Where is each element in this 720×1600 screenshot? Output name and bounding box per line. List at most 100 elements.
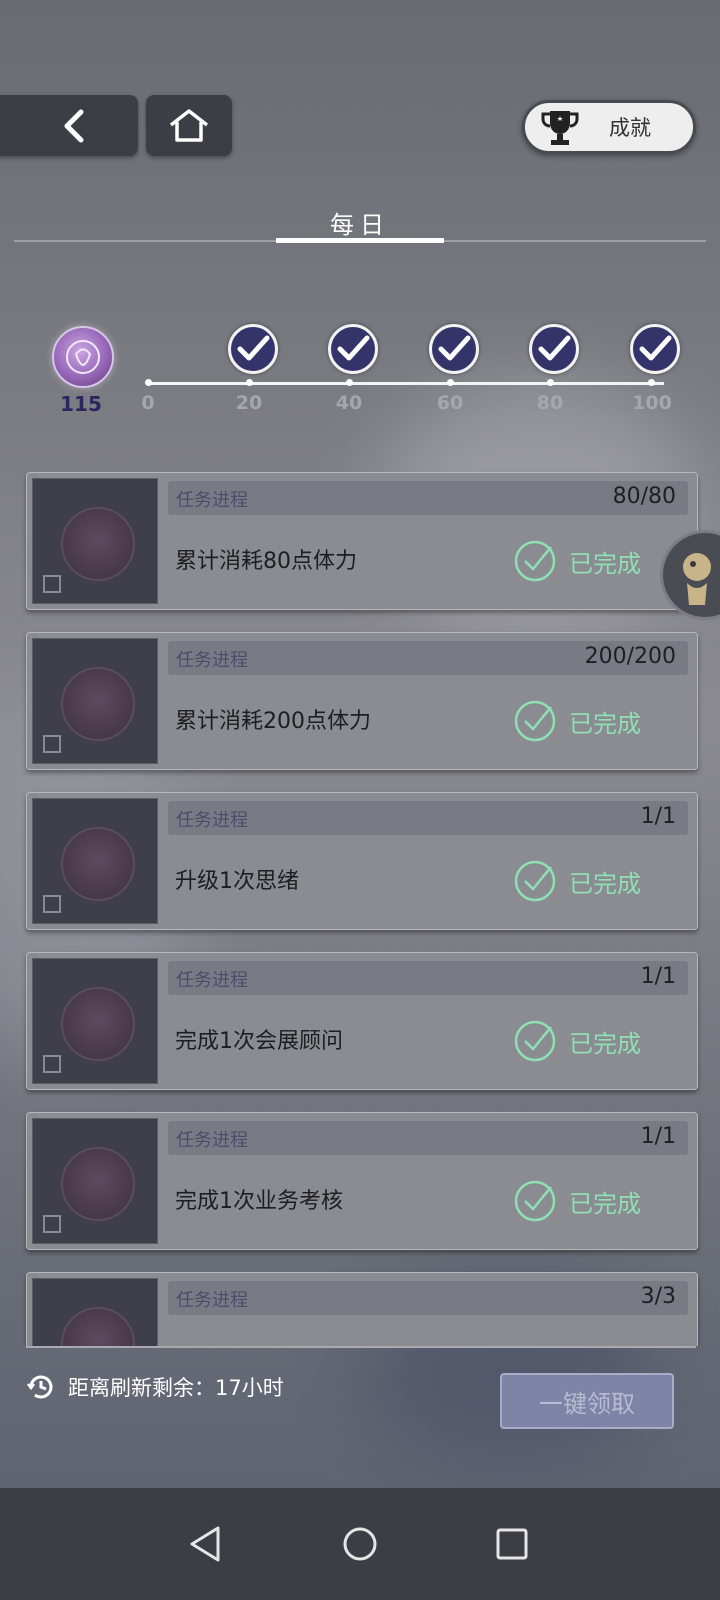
task-progress-label: 任务进程 xyxy=(176,810,248,831)
check-circle-icon xyxy=(514,860,556,902)
task-name: 累计消耗80点体力 xyxy=(175,549,357,574)
task-name: 完成1次会展顾问 xyxy=(175,1029,343,1054)
milestone-reward-20[interactable] xyxy=(228,324,278,374)
nav-recents-button[interactable] xyxy=(462,1488,562,1600)
stack-icon xyxy=(43,895,61,913)
footer-divider xyxy=(26,1346,696,1348)
task-status-label: 已完成 xyxy=(569,869,641,898)
home-button[interactable] xyxy=(146,95,232,156)
task-card[interactable]: 任务进程 80/80 累计消耗80点体力 已完成 xyxy=(26,472,698,610)
stack-icon xyxy=(43,1215,61,1233)
task-card[interactable]: 任务进程 1/1 完成1次业务考核 已完成 xyxy=(26,1112,698,1250)
task-progress-bar: 任务进程 1/1 xyxy=(168,1121,688,1155)
track-tick-label: 100 xyxy=(632,392,672,414)
stack-icon xyxy=(43,1055,61,1073)
check-icon xyxy=(538,335,571,361)
refresh-timer-text: 距离刷新剩余：17小时 xyxy=(68,1376,284,1400)
task-reward-thumbnail xyxy=(32,1118,158,1244)
task-progress-value: 1/1 xyxy=(640,964,676,989)
coin-icon xyxy=(61,1147,135,1221)
claim-all-button[interactable]: 一键领取 xyxy=(500,1373,674,1429)
check-circle-icon xyxy=(514,540,556,582)
task-status: 已完成 xyxy=(513,859,641,903)
task-name: 完成1次业务考核 xyxy=(175,1189,343,1214)
task-reward-thumbnail xyxy=(32,958,158,1084)
check-icon xyxy=(237,335,270,361)
activity-points-icon xyxy=(52,326,114,388)
task-card[interactable]: 任务进程 1/1 完成1次会展顾问 已完成 xyxy=(26,952,698,1090)
task-progress-bar: 任务进程 80/80 xyxy=(168,481,688,515)
nav-home-button[interactable] xyxy=(310,1488,410,1600)
system-nav-bar xyxy=(0,1488,720,1600)
task-status: 已完成 xyxy=(513,539,641,583)
stack-icon xyxy=(43,735,61,753)
nav-back-button[interactable] xyxy=(155,1488,255,1600)
track-dot xyxy=(648,379,655,386)
activity-points-value: 115 xyxy=(60,392,102,416)
task-reward-thumbnail xyxy=(32,798,158,924)
task-progress-label: 任务进程 xyxy=(176,970,248,991)
task-status-label: 已完成 xyxy=(569,1189,641,1218)
milestone-reward-40[interactable] xyxy=(328,324,378,374)
clock-icon xyxy=(27,1375,53,1399)
check-icon xyxy=(438,335,471,361)
circle-home-icon xyxy=(343,1527,377,1561)
task-name: 升级1次思绪 xyxy=(175,869,299,894)
task-progress-label: 任务进程 xyxy=(176,490,248,511)
coin-icon xyxy=(61,507,135,581)
achievements-label: 成就 xyxy=(609,116,651,140)
track-dot xyxy=(447,379,454,386)
milestone-reward-60[interactable] xyxy=(429,324,479,374)
task-reward-thumbnail xyxy=(32,1278,158,1346)
task-progress-label: 任务进程 xyxy=(176,1130,248,1151)
track-tick-label: 0 xyxy=(141,392,155,414)
track-tick-label: 20 xyxy=(235,392,263,414)
milestone-reward-100[interactable] xyxy=(630,324,680,374)
back-button[interactable] xyxy=(0,95,138,156)
task-card[interactable]: 任务进程 1/1 升级1次思绪 已完成 xyxy=(26,792,698,930)
task-progress-label: 任务进程 xyxy=(176,1290,248,1311)
check-circle-icon xyxy=(514,700,556,742)
task-list-clip: 任务进程 3/3 xyxy=(0,1270,720,1346)
stack-icon xyxy=(43,575,61,593)
task-progress-bar: 任务进程 3/3 xyxy=(168,1281,688,1315)
square-recents-icon xyxy=(496,1528,528,1560)
task-status-label: 已完成 xyxy=(569,1029,641,1058)
coin-icon xyxy=(61,667,135,741)
activity-track xyxy=(150,382,664,385)
task-progress-bar: 任务进程 200/200 xyxy=(168,641,688,675)
task-progress-bar: 任务进程 1/1 xyxy=(168,801,688,835)
track-dot xyxy=(346,379,353,386)
tab-active-indicator xyxy=(276,238,444,243)
check-circle-icon xyxy=(514,1180,556,1222)
task-card[interactable]: 任务进程 3/3 xyxy=(26,1272,698,1346)
check-icon xyxy=(639,335,672,361)
track-dot xyxy=(145,379,152,386)
task-progress-label: 任务进程 xyxy=(176,650,248,671)
refresh-timer: 距离刷新剩余：17小时 xyxy=(26,1372,284,1402)
task-progress-value: 80/80 xyxy=(612,484,676,509)
task-reward-thumbnail xyxy=(32,478,158,604)
tab-daily[interactable]: 每日 xyxy=(276,205,444,240)
track-dot xyxy=(547,379,554,386)
task-status-label: 已完成 xyxy=(569,709,641,738)
assistant-float-button[interactable] xyxy=(660,530,720,620)
track-tick-label: 80 xyxy=(536,392,564,414)
achievements-button[interactable]: 成就 xyxy=(522,100,696,154)
milestone-reward-80[interactable] xyxy=(529,324,579,374)
track-tick-label: 40 xyxy=(335,392,363,414)
task-progress-value: 3/3 xyxy=(640,1284,676,1309)
task-progress-value: 1/1 xyxy=(640,804,676,829)
task-status-label: 已完成 xyxy=(569,549,641,578)
task-progress-value: 1/1 xyxy=(640,1124,676,1149)
coin-icon xyxy=(61,827,135,901)
rose-icon xyxy=(66,340,100,374)
task-reward-thumbnail xyxy=(32,638,158,764)
task-progress-bar: 任务进程 1/1 xyxy=(168,961,688,995)
trophy-icon xyxy=(541,111,579,145)
task-name: 累计消耗200点体力 xyxy=(175,709,371,734)
task-status: 已完成 xyxy=(513,1179,641,1223)
task-card[interactable]: 任务进程 200/200 累计消耗200点体力 已完成 xyxy=(26,632,698,770)
check-icon xyxy=(337,335,370,361)
track-dot xyxy=(246,379,253,386)
